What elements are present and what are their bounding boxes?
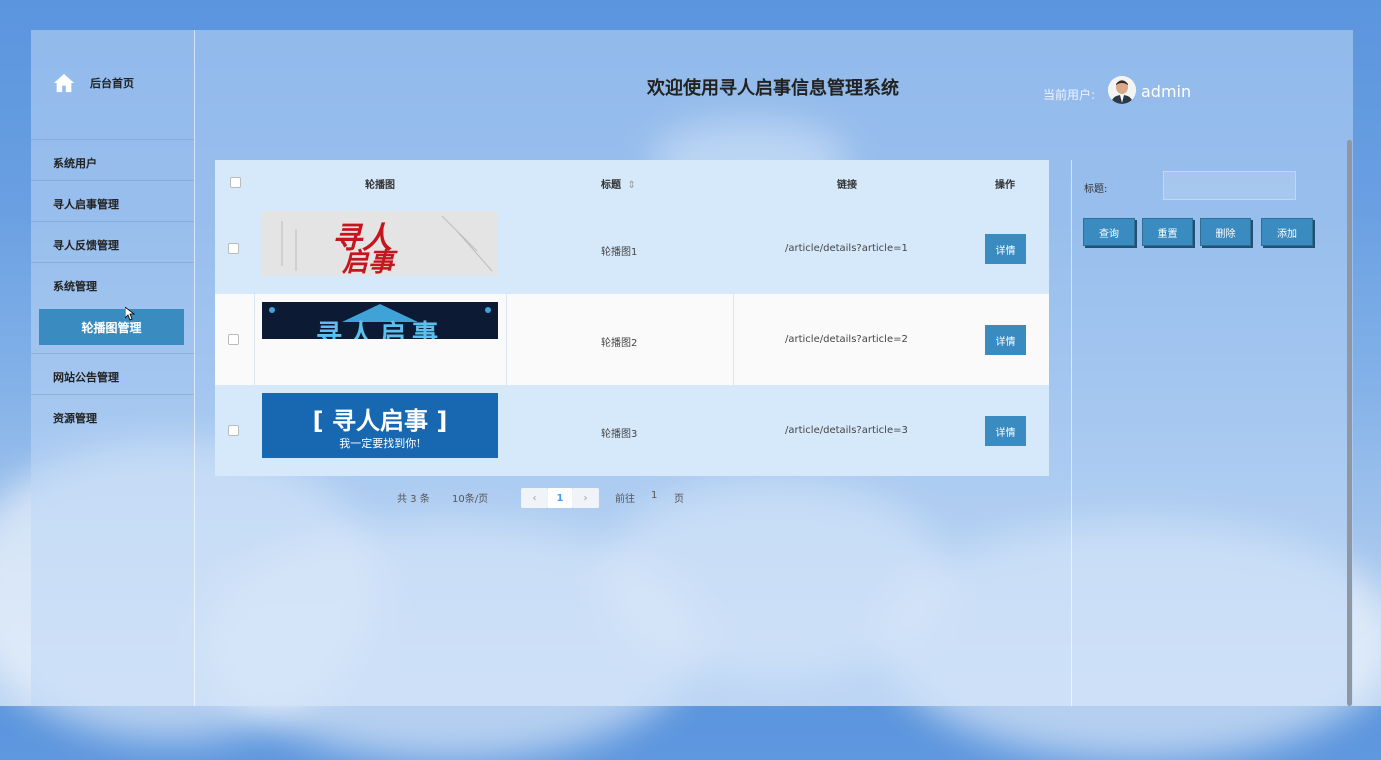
carousel-image: [ 寻人启事 ] 我一定要找到你! <box>262 393 498 458</box>
delete-button[interactable]: 删除 <box>1200 218 1251 246</box>
column-link: 链接 <box>837 180 857 191</box>
divider <box>31 139 194 140</box>
column-title-label: 标题 <box>601 180 621 191</box>
next-page-button[interactable]: › <box>572 488 599 508</box>
row-checkbox[interactable] <box>228 243 239 254</box>
row-title: 轮播图2 <box>601 338 638 349</box>
divider <box>31 353 194 354</box>
search-title-input[interactable] <box>1163 171 1296 200</box>
query-button[interactable]: 查询 <box>1083 218 1135 246</box>
row-link: /article/details?article=3 <box>785 425 908 436</box>
sidebar-item-missing-notice[interactable]: 寻人启事管理 <box>53 196 119 212</box>
row-title: 轮播图3 <box>601 429 638 440</box>
page-number-current[interactable]: 1 <box>548 488 572 508</box>
page-unit-label: 页 <box>674 494 684 505</box>
carousel-image: 寻人 启事 <box>262 211 498 276</box>
avatar[interactable] <box>1108 76 1136 104</box>
scrollbar[interactable] <box>1347 140 1352 706</box>
sidebar-item-carousel[interactable]: 轮播图管理 <box>39 309 184 345</box>
table-row: 寻人 启事 轮播图1 /article/details?article=1 详情 <box>215 203 1049 294</box>
pagination-page-size[interactable]: 10条/页 <box>452 490 488 505</box>
sidebar-item-announcement[interactable]: 网站公告管理 <box>53 369 119 385</box>
add-button[interactable]: 添加 <box>1261 218 1313 246</box>
column-title[interactable]: 标题 ⇕ <box>601 176 636 191</box>
page-title: 欢迎使用寻人启事信息管理系统 <box>647 78 899 99</box>
divider <box>31 394 194 395</box>
sidebar: 后台首页 系统用户 寻人启事管理 寻人反馈管理 系统管理 轮播图管理 网站公告管… <box>31 30 195 706</box>
divider <box>506 294 507 385</box>
sort-icon[interactable]: ⇕ <box>627 180 635 191</box>
row-checkbox[interactable] <box>228 425 239 436</box>
chevron-left-icon: ‹ <box>532 492 537 504</box>
panel-divider <box>1071 160 1072 706</box>
divider <box>31 180 194 181</box>
chevron-right-icon: › <box>583 492 588 504</box>
reset-button[interactable]: 重置 <box>1142 218 1193 246</box>
sidebar-item-resources[interactable]: 资源管理 <box>53 410 97 426</box>
divider <box>254 294 255 385</box>
detail-button[interactable]: 详情 <box>985 416 1026 446</box>
row-checkbox[interactable] <box>228 334 239 345</box>
sidebar-item-system-manage[interactable]: 系统管理 <box>53 278 97 294</box>
mouse-cursor-icon <box>125 307 135 321</box>
divider <box>31 221 194 222</box>
select-all-checkbox[interactable] <box>230 177 241 188</box>
image-text-line2: 启事 <box>342 248 395 276</box>
user-avatar-icon <box>1108 76 1136 104</box>
prev-page-button[interactable]: ‹ <box>521 488 548 508</box>
image-text-line2: 我一定要找到你! <box>339 437 421 450</box>
column-action: 操作 <box>995 180 1015 191</box>
carousel-image: 寻人启事 <box>262 302 498 339</box>
row-link: /article/details?article=2 <box>785 334 908 345</box>
table-row: 寻人启事 轮播图2 /article/details?article=2 详情 <box>215 294 1049 385</box>
search-title-label: 标题: <box>1084 184 1108 195</box>
pagination-total: 共 3 条 <box>397 494 430 505</box>
home-label: 后台首页 <box>90 77 134 90</box>
goto-label: 前往 <box>615 494 635 505</box>
table-header: 轮播图 标题 ⇕ 链接 操作 <box>215 160 1049 203</box>
table-row: [ 寻人启事 ] 我一定要找到你! 轮播图3 /article/details?… <box>215 385 1049 476</box>
image-text: 寻人启事 <box>315 320 444 339</box>
sidebar-item-system-users[interactable]: 系统用户 <box>53 155 97 171</box>
carousel-table: 轮播图 标题 ⇕ 链接 操作 寻人 启事 轮播图1 /article/detai… <box>215 160 1049 476</box>
row-link: /article/details?article=1 <box>785 243 908 254</box>
column-image: 轮播图 <box>365 180 395 191</box>
divider <box>31 262 194 263</box>
home-link[interactable]: 后台首页 <box>53 72 134 94</box>
row-title: 轮播图1 <box>601 247 638 258</box>
current-user-label: 当前用户: <box>1043 88 1096 102</box>
goto-input[interactable]: 1 <box>651 490 657 501</box>
home-icon <box>53 73 75 93</box>
image-text-line1: [ 寻人启事 ] <box>312 407 448 435</box>
current-user-name: admin <box>1141 82 1192 101</box>
detail-button[interactable]: 详情 <box>985 234 1026 264</box>
detail-button[interactable]: 详情 <box>985 325 1026 355</box>
sidebar-item-feedback[interactable]: 寻人反馈管理 <box>53 237 119 253</box>
divider <box>733 294 734 385</box>
